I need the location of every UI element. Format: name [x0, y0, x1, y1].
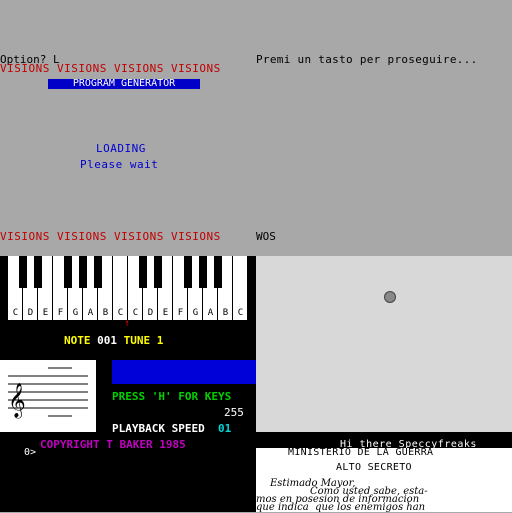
- treble-staff-icon: 𝄞: [8, 367, 88, 419]
- piano-key-label: D: [147, 308, 154, 318]
- piano-black-key[interactable]: [19, 256, 27, 288]
- piano-key-label: C: [132, 308, 139, 318]
- piano-white-key[interactable]: C: [113, 256, 128, 320]
- piano-keyboard[interactable]: CDEFGABCCDEFGABC: [8, 256, 248, 320]
- piano-black-key[interactable]: [34, 256, 42, 288]
- piano-key-label: B: [102, 308, 109, 318]
- piano-black-key[interactable]: [79, 256, 87, 288]
- piano-black-key[interactable]: [184, 256, 192, 288]
- piano-black-key[interactable]: [64, 256, 72, 288]
- note-marker-arrow: ↑: [124, 318, 131, 329]
- please-wait-text: Please wait: [80, 158, 159, 171]
- piano-black-key[interactable]: [94, 256, 102, 288]
- visions-banner-bottom: VISIONS VISIONS VISIONS VISIONS: [0, 230, 221, 243]
- piano-key-label: A: [207, 308, 214, 318]
- piano-white-key[interactable]: C: [233, 256, 248, 320]
- piano-black-key[interactable]: [214, 256, 222, 288]
- piano-key-label: B: [222, 308, 229, 318]
- note-value: 001: [97, 334, 117, 347]
- letter-classification: ALTO SECRETO: [336, 462, 412, 473]
- continue-prompt: Premi un tasto per proseguire...: [256, 53, 478, 66]
- piano-key-label: E: [162, 308, 169, 318]
- blue-status-bar: [112, 360, 256, 384]
- copyright-text: COPYRIGHT T BAKER 1985: [40, 438, 186, 451]
- piano-key-label: F: [177, 308, 184, 318]
- loading-text: LOADING: [96, 142, 146, 155]
- piano-black-key[interactable]: [199, 256, 207, 288]
- press-h-hint: PRESS 'H' FOR KEYS: [112, 390, 232, 403]
- piano-black-key[interactable]: [139, 256, 147, 288]
- piano-key-label: A: [87, 308, 94, 318]
- piano-key-label: C: [117, 308, 124, 318]
- note-label: NOTE: [64, 334, 91, 347]
- counter-value: 255: [224, 406, 244, 419]
- music-staff: 𝄞: [0, 360, 96, 432]
- piano-key-label: G: [72, 308, 79, 318]
- piano-key-label: E: [42, 308, 49, 318]
- tune-value: 1: [156, 334, 164, 347]
- piano-key-label: D: [27, 308, 34, 318]
- letter-heading: MINISTERIO DE LA GUERRA: [288, 447, 434, 458]
- piano-key-label: G: [192, 308, 199, 318]
- piano-key-label: C: [12, 308, 19, 318]
- program-generator-banner: PROGRAM GENERATOR: [48, 79, 200, 89]
- svg-text:𝄞: 𝄞: [8, 383, 26, 419]
- wos-label: WOS: [256, 230, 276, 243]
- tune-label: TUNE: [123, 334, 151, 347]
- graphics-panel: [256, 256, 512, 432]
- command-prompt[interactable]: 0>: [24, 447, 36, 458]
- visions-banner-top: VISIONS VISIONS VISIONS VISIONS: [0, 62, 221, 75]
- piano-key-label: C: [237, 308, 244, 318]
- note-tune-line: NOTE 001 TUNE 1: [64, 335, 163, 346]
- piano-black-key[interactable]: [154, 256, 162, 288]
- piano-key-label: F: [57, 308, 64, 318]
- ball-icon: [384, 291, 396, 303]
